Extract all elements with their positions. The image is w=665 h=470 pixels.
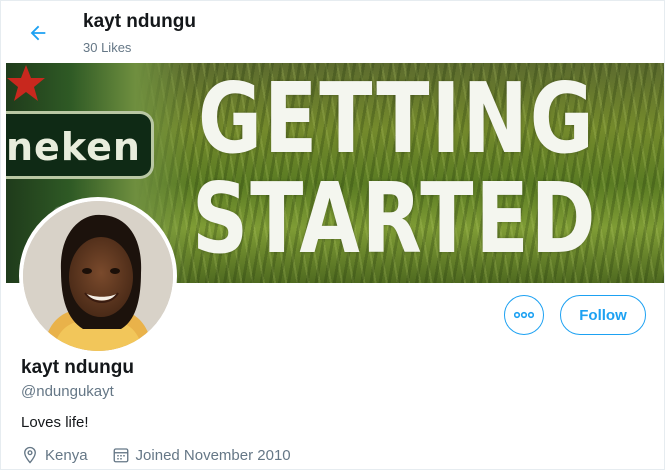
profile-location: Kenya [45, 446, 88, 464]
profile-meta: Kenya Joined November 2010 [21, 446, 291, 464]
follow-button[interactable]: Follow [560, 295, 646, 335]
avatar[interactable] [19, 197, 177, 355]
beer-label-text: neken [6, 125, 141, 169]
profile-header: kayt ndungu 30 Likes [1, 1, 664, 63]
profile-name: kayt ndungu [21, 357, 134, 378]
red-star-icon [7, 65, 45, 101]
profile-bio: Loves life! [21, 414, 89, 431]
profile-joined-date: Joined November 2010 [135, 446, 291, 464]
back-button[interactable] [21, 16, 55, 50]
profile-handle: @ndungukayt [21, 383, 114, 400]
arrow-left-icon [30, 25, 46, 41]
profile-page: kayt ndungu 30 Likes neken GETTING START… [0, 0, 665, 470]
avatar-photo [23, 201, 173, 351]
more-options-button[interactable] [504, 295, 544, 335]
banner-text-line1: GETTING [198, 63, 596, 176]
banner-text-line2: STARTED [192, 163, 598, 276]
ellipsis-icon [514, 311, 534, 319]
calendar-icon [113, 448, 128, 463]
location-pin-icon [24, 446, 36, 464]
header-name: kayt ndungu [83, 11, 196, 32]
likes-count: 30 Likes [83, 40, 132, 55]
